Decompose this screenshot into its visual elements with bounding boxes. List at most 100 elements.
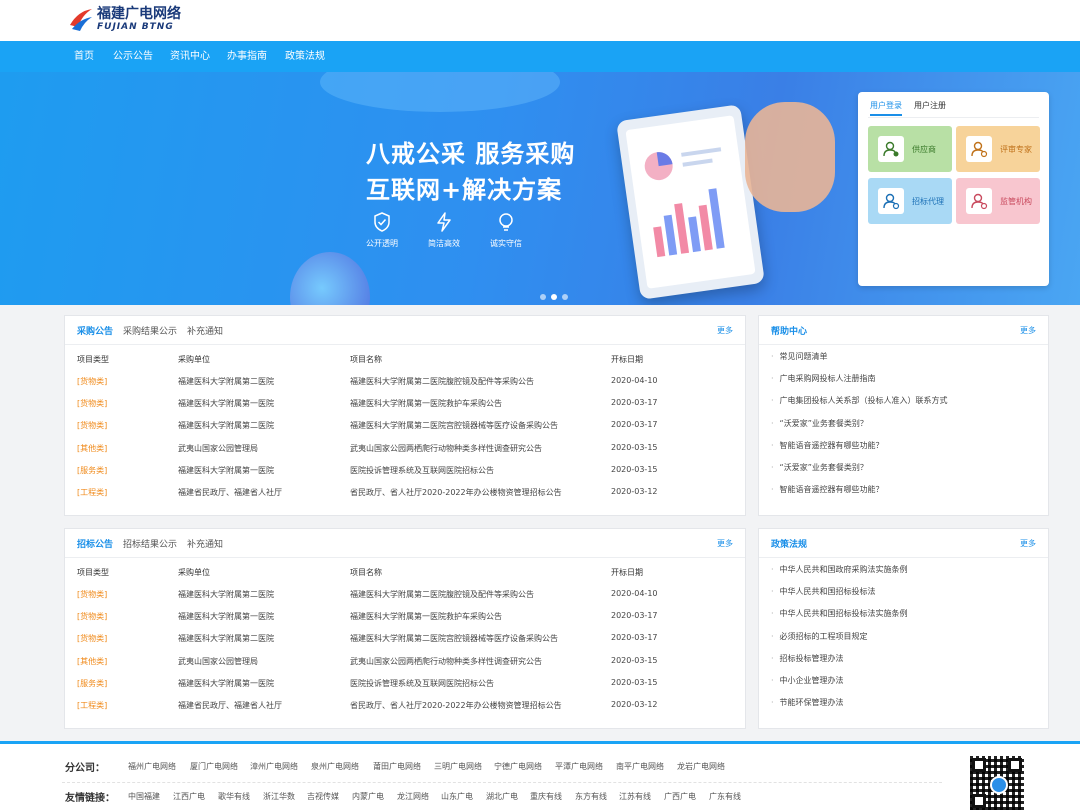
role-regulator-button[interactable]: 监管机构 xyxy=(956,178,1040,224)
feature-honest: 诚实守信 xyxy=(490,212,522,249)
row-type-tag[interactable]: [货物类] xyxy=(77,589,107,600)
bidding-more-link[interactable]: 更多 xyxy=(717,538,733,549)
bidding-panel: 招标公告 招标结果公示 补充通知 更多 项目类型 采购单位 项目名称 开标日期 … xyxy=(64,528,746,729)
friend-link[interactable]: 广西广电 xyxy=(664,791,696,802)
side-list-link[interactable]: “沃爱家”业务套餐类别？ xyxy=(771,418,868,429)
row-title-link[interactable]: 医院投诉管理系统及互联网医院招标公告 xyxy=(350,678,494,689)
row-type-tag[interactable]: [货物类] xyxy=(77,398,107,409)
friend-link[interactable]: 龙江网络 xyxy=(397,791,429,802)
side-list-link[interactable]: 节能环保管理办法 xyxy=(771,697,844,708)
nav-home[interactable]: 首页 xyxy=(74,41,94,72)
tab-procurement-notice[interactable]: 采购公告 xyxy=(77,324,113,337)
friend-link[interactable]: 广东有线 xyxy=(709,791,741,802)
carousel-dot-3[interactable] xyxy=(562,294,568,300)
side-list-link[interactable]: 智能语音遥控器有哪些功能？ xyxy=(771,484,884,495)
row-date: 2020-04-10 xyxy=(611,589,658,598)
branch-link[interactable]: 南平广电网络 xyxy=(616,761,664,772)
row-unit: 福建医科大学附属第二医院 xyxy=(178,634,274,644)
policy-more-link[interactable]: 更多 xyxy=(1020,538,1036,549)
tab-procurement-supplement[interactable]: 补充通知 xyxy=(187,324,223,337)
friend-link[interactable]: 湖北广电 xyxy=(486,791,518,802)
side-list-link[interactable]: 中华人民共和国招标投标法实施条例 xyxy=(771,608,908,619)
friend-link[interactable]: 东方有线 xyxy=(575,791,607,802)
row-type-tag[interactable]: [货物类] xyxy=(77,376,107,387)
carousel-dot-1[interactable] xyxy=(540,294,546,300)
row-title-link[interactable]: 福建医科大学附属第一医院救护车采购公告 xyxy=(350,398,502,409)
row-date: 2020-03-17 xyxy=(611,633,658,643)
friend-link[interactable]: 江西广电 xyxy=(173,791,205,802)
branch-link[interactable]: 漳州广电网络 xyxy=(250,761,298,772)
row-title-link[interactable]: 福建医科大学附属第二医院腹腔镜及配件等采购公告 xyxy=(350,589,534,600)
tab-bidding-supplement[interactable]: 补充通知 xyxy=(187,537,223,550)
nav-announcements[interactable]: 公示公告 xyxy=(113,41,153,72)
row-type-tag[interactable]: [货物类] xyxy=(77,633,107,644)
row-type-tag[interactable]: [工程类] xyxy=(77,700,107,711)
row-unit: 福建医科大学附属第一医院 xyxy=(178,465,274,475)
row-title-link[interactable]: 医院投诉管理系统及互联网医院招标公告 xyxy=(350,465,494,476)
carousel-dot-2[interactable] xyxy=(551,294,557,300)
side-list-link[interactable]: 招标投标管理办法 xyxy=(771,653,844,664)
tab-procurement-result[interactable]: 采购结果公示 xyxy=(123,324,177,337)
row-type-tag[interactable]: [其他类] xyxy=(77,656,107,667)
side-list-link[interactable]: 广电集团投标人关系部（投标人准入）联系方式 xyxy=(771,395,948,406)
nav-guide[interactable]: 办事指南 xyxy=(227,41,267,72)
side-list-link[interactable]: 中华人民共和国政府采购法实施条例 xyxy=(771,564,908,575)
row-type-tag[interactable]: [货物类] xyxy=(77,420,107,431)
policy-panel: 政策法规 更多 中华人民共和国政府采购法实施条例中华人民共和国招标投标法中华人民… xyxy=(758,528,1049,729)
nav-policy[interactable]: 政策法规 xyxy=(285,41,325,72)
site-logo[interactable]: 福建广电网络 FUJIAN BTNG xyxy=(68,5,181,33)
lightning-icon xyxy=(437,212,451,232)
friend-link[interactable]: 重庆有线 xyxy=(530,791,562,802)
friend-link[interactable]: 江苏有线 xyxy=(619,791,651,802)
branch-link[interactable]: 平潭广电网络 xyxy=(555,761,603,772)
branch-link[interactable]: 福州广电网络 xyxy=(128,761,176,772)
side-list-link[interactable]: 中小企业管理办法 xyxy=(771,675,844,686)
role-agent-button[interactable]: 招标代理 xyxy=(868,178,952,224)
row-title-link[interactable]: 武夷山国家公园两栖爬行动物种类多样性调查研究公告 xyxy=(350,443,542,454)
row-title-link[interactable]: 福建医科大学附属第二医院宫腔镜器械等医疗设备采购公告 xyxy=(350,420,558,431)
friend-link[interactable]: 内蒙广电 xyxy=(352,791,384,802)
row-type-tag[interactable]: [服务类] xyxy=(77,465,107,476)
tab-user-login[interactable]: 用户登录 xyxy=(870,100,902,116)
role-supplier-button[interactable]: 供应商 xyxy=(868,126,952,172)
branch-link[interactable]: 龙岩广电网络 xyxy=(677,761,725,772)
row-title-link[interactable]: 武夷山国家公园两栖爬行动物种类多样性调查研究公告 xyxy=(350,656,542,667)
row-type-tag[interactable]: [服务类] xyxy=(77,678,107,689)
side-list-link[interactable]: 广电采购网投标人注册指南 xyxy=(771,373,876,384)
branch-link[interactable]: 厦门广电网络 xyxy=(190,761,238,772)
tab-bidding-result[interactable]: 招标结果公示 xyxy=(123,537,177,550)
branch-link[interactable]: 宁德广电网络 xyxy=(494,761,542,772)
side-list-link[interactable]: 中华人民共和国招标投标法 xyxy=(771,586,876,597)
row-type-tag[interactable]: [工程类] xyxy=(77,487,107,498)
friend-link[interactable]: 中国福建 xyxy=(128,791,160,802)
side-list-link[interactable]: 必须招标的工程项目规定 xyxy=(771,631,868,642)
branch-link[interactable]: 泉州广电网络 xyxy=(311,761,359,772)
role-expert-button[interactable]: 评审专家 xyxy=(956,126,1040,172)
tab-user-register[interactable]: 用户注册 xyxy=(914,100,946,111)
side-list-link[interactable]: 常见问题清单 xyxy=(771,351,828,362)
row-unit: 福建医科大学附属第一医院 xyxy=(178,678,274,688)
side-list-link[interactable]: 智能语音遥控器有哪些功能？ xyxy=(771,440,884,451)
banner-headline-1: 八戒公采 服务采购 xyxy=(366,140,576,168)
procurement-more-link[interactable]: 更多 xyxy=(717,325,733,336)
row-title-link[interactable]: 福建医科大学附属第二医院宫腔镜器械等医疗设备采购公告 xyxy=(350,633,558,644)
branch-link[interactable]: 莆田广电网络 xyxy=(373,761,421,772)
row-title-link[interactable]: 省民政厅、省人社厅2020-2022年办公楼物资管理招标公告 xyxy=(350,487,562,498)
row-type-tag[interactable]: [货物类] xyxy=(77,611,107,622)
branch-link[interactable]: 三明广电网络 xyxy=(434,761,482,772)
friend-link[interactable]: 浙江华数 xyxy=(263,791,295,802)
nav-news[interactable]: 资讯中心 xyxy=(170,41,210,72)
row-title-link[interactable]: 省民政厅、省人社厅2020-2022年办公楼物资管理招标公告 xyxy=(350,700,562,711)
help-more-link[interactable]: 更多 xyxy=(1020,325,1036,336)
main-nav: 首页 公示公告 资讯中心 办事指南 政策法规 xyxy=(0,41,1080,72)
friend-link[interactable]: 歌华有线 xyxy=(218,791,250,802)
hand-illustration xyxy=(745,102,835,212)
banner-features: 公开透明 简洁高效 诚实守信 xyxy=(366,212,522,249)
side-list-link[interactable]: “沃爱家”业务套餐类别？ xyxy=(771,462,868,473)
tab-bidding-notice[interactable]: 招标公告 xyxy=(77,537,113,550)
row-type-tag[interactable]: [其他类] xyxy=(77,443,107,454)
row-title-link[interactable]: 福建医科大学附属第二医院腹腔镜及配件等采购公告 xyxy=(350,376,534,387)
friend-link[interactable]: 山东广电 xyxy=(441,791,473,802)
friend-link[interactable]: 吉视传媒 xyxy=(307,791,339,802)
row-title-link[interactable]: 福建医科大学附属第一医院救护车采购公告 xyxy=(350,611,502,622)
